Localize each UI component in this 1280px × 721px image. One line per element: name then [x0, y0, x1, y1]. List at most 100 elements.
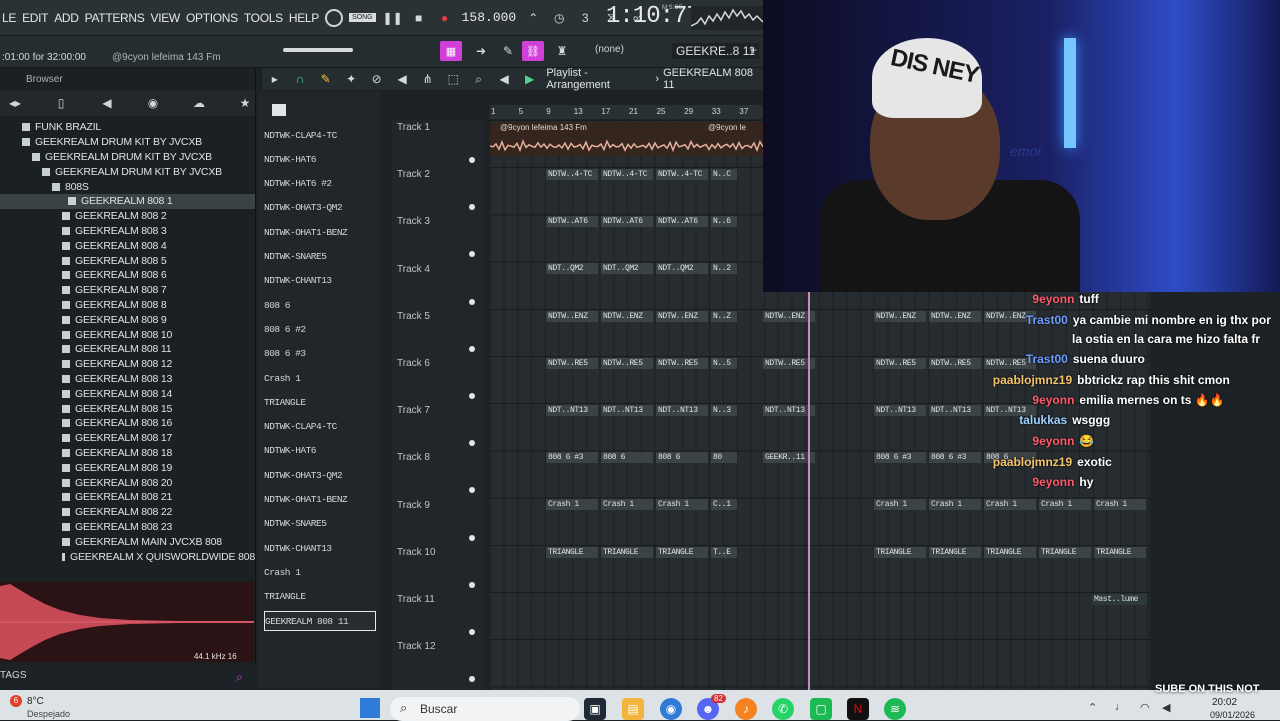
- delete-icon[interactable]: ⊘: [366, 69, 387, 89]
- browser-item[interactable]: GEEKREALM 808 17: [0, 431, 255, 446]
- current-pattern[interactable]: GEEKRE..8 11: [672, 43, 760, 59]
- pattern-clip[interactable]: NDTW..RE5: [874, 357, 926, 369]
- pattern-clip[interactable]: NDTW..ENZ: [601, 310, 653, 322]
- browser-item[interactable]: GEEKREALM 808 5: [0, 253, 255, 268]
- browser-item[interactable]: GEEKREALM 808 10: [0, 327, 255, 342]
- browser-item[interactable]: GEEKREALM 808 12: [0, 357, 255, 372]
- channel-11[interactable]: TRIANGLE: [264, 392, 376, 412]
- file-explorer-icon[interactable]: ▤: [622, 698, 644, 720]
- pattern-clip[interactable]: Crash 1: [1039, 499, 1091, 511]
- pause-icon[interactable]: ❚❚: [382, 8, 404, 28]
- song-mode-toggle[interactable]: SONG: [348, 13, 376, 22]
- audio-clip[interactable]: @9cyon lefeima 143 Fm @9cyon le: [490, 122, 765, 156]
- pattern-clip[interactable]: TRIANGLE: [984, 546, 1036, 558]
- chat-username[interactable]: Trast00: [1026, 313, 1068, 327]
- pattern-clip[interactable]: NDTW..AT6: [546, 216, 598, 228]
- pattern-clip[interactable]: NDTW..4-TC: [601, 169, 653, 180]
- pattern-clip[interactable]: Crash 1: [1094, 499, 1146, 511]
- track-label[interactable]: Track 12: [397, 641, 436, 652]
- magnet-icon[interactable]: ∩: [289, 69, 310, 89]
- pattern-clip[interactable]: 808 6 #3: [929, 452, 981, 464]
- track-label[interactable]: Track 9: [397, 500, 430, 511]
- back-icon[interactable]: ◂▸: [6, 96, 24, 110]
- pattern-clip[interactable]: NDT..QM2: [601, 263, 653, 275]
- browser-item[interactable]: GEEKREALM DRUM KIT BY JVCXB: [0, 164, 255, 179]
- menu-patterns[interactable]: PATTERNS: [85, 11, 145, 25]
- track-mute-dot[interactable]: [469, 393, 475, 399]
- pattern-clip[interactable]: C..1: [711, 499, 737, 511]
- pattern-clip[interactable]: Crash 1: [874, 499, 926, 511]
- playlist-icon[interactable]: ▶: [519, 69, 540, 89]
- draw-icon[interactable]: ✎: [315, 69, 336, 89]
- pattern-clip[interactable]: NDT..NT13: [546, 405, 598, 416]
- track-mute-dot[interactable]: [469, 345, 475, 352]
- pattern-clip[interactable]: NDT..NT13: [929, 405, 981, 416]
- pattern-clip[interactable]: 80: [711, 452, 737, 464]
- menu-edit[interactable]: EDIT: [22, 11, 48, 25]
- track-mute-dot[interactable]: [469, 534, 475, 541]
- pattern-clip[interactable]: N..3: [711, 405, 737, 416]
- pattern-clip[interactable]: 808 6 #3: [874, 452, 926, 464]
- cloud-icon[interactable]: ☁: [190, 96, 208, 110]
- track-mute-dot[interactable]: [469, 251, 475, 258]
- chat-username[interactable]: talukkas: [1019, 413, 1067, 427]
- channel-5[interactable]: NDTWK-SNARE5: [264, 247, 376, 267]
- pattern-clip[interactable]: NDTW..RE5: [546, 357, 598, 369]
- rack-grid-icon[interactable]: [272, 104, 286, 116]
- taskbar-search[interactable]: Buscar: [390, 697, 580, 721]
- channel-7[interactable]: 808 6: [264, 295, 376, 315]
- browser-item[interactable]: 808S: [0, 179, 255, 194]
- link-button[interactable]: ⛓: [522, 41, 544, 61]
- browser-item[interactable]: GEEKREALM 808 4: [0, 238, 255, 253]
- menu-tools[interactable]: TOOLS: [244, 11, 283, 25]
- pattern-clip[interactable]: N..5: [711, 357, 737, 369]
- add-pattern-icon[interactable]: +: [750, 43, 757, 57]
- pattern-clip[interactable]: NDTW..ENZ: [546, 310, 598, 322]
- channel-15[interactable]: NDTWK-OHAT1-BENZ: [264, 490, 376, 510]
- browser-item[interactable]: GEEKREALM MAIN JVCXB 808: [0, 534, 255, 549]
- windows-start-icon[interactable]: [360, 698, 380, 718]
- pattern-clip[interactable]: Crash 1: [929, 499, 981, 511]
- master-volume-knob-icon[interactable]: [324, 8, 343, 27]
- timeline-ruler[interactable]: 1 5 9 13 17 21 25 29 33 37: [490, 105, 765, 119]
- search-icon[interactable]: ⌕: [236, 670, 243, 685]
- channel-17[interactable]: NDTWK-CHANT13: [264, 538, 376, 558]
- channel-18[interactable]: Crash 1: [264, 562, 376, 582]
- menu-options[interactable]: OPTIONS: [186, 11, 238, 25]
- arrow-right-icon[interactable]: ➜: [470, 41, 492, 61]
- pattern-clip[interactable]: 808 6: [656, 452, 708, 464]
- pattern-clip[interactable]: 808 6: [601, 452, 653, 464]
- tray-arrow-icon[interactable]: ⌃: [1088, 701, 1097, 714]
- pattern-clip[interactable]: NDTW..4-TC: [546, 169, 598, 180]
- browser-item[interactable]: GEEKREALM 808 8: [0, 298, 255, 313]
- channel-16[interactable]: NDTWK-SNARE5: [264, 514, 376, 534]
- browser-item[interactable]: GEEKREALM 808 7: [0, 283, 255, 298]
- clock-date[interactable]: 09/01/2026: [1210, 710, 1255, 720]
- browser-item[interactable]: GEEKREALM 808 22: [0, 505, 255, 520]
- track-label[interactable]: Track 5: [397, 311, 430, 322]
- bell-icon[interactable]: ♜: [551, 41, 573, 61]
- pattern-clip[interactable]: NDTW..4-TC: [656, 169, 708, 180]
- wifi-icon[interactable]: ◠: [1140, 701, 1150, 714]
- channel-0[interactable]: NDTWK-CLAP4-TC: [264, 125, 376, 145]
- chat-username[interactable]: 9eyonn: [1032, 393, 1074, 407]
- browser-item[interactable]: GEEKREALM 808 14: [0, 386, 255, 401]
- netflix-icon[interactable]: N: [847, 698, 869, 720]
- pattern-clip[interactable]: NDT..NT13: [601, 405, 653, 416]
- wait-icon[interactable]: ◷: [548, 8, 570, 28]
- mic-icon[interactable]: ♩: [1115, 701, 1126, 713]
- spotify-icon[interactable]: ≋: [884, 698, 906, 720]
- record-icon[interactable]: ●: [434, 8, 456, 28]
- browser-item[interactable]: GEEKREALM 808 21: [0, 490, 255, 505]
- play-arrow-icon[interactable]: ▸: [264, 69, 285, 89]
- main-pitch-slider[interactable]: [283, 48, 353, 52]
- playlist-view-button[interactable]: ▦: [440, 41, 462, 61]
- chrome-icon[interactable]: ◉: [660, 698, 682, 720]
- pattern-clip[interactable]: NDTW..ENZ: [874, 310, 926, 322]
- track-label[interactable]: Track 4: [397, 264, 430, 275]
- menu-add[interactable]: ADD: [54, 11, 79, 25]
- pattern-clip[interactable]: T..E: [711, 546, 737, 558]
- track-mute-dot[interactable]: [469, 581, 475, 588]
- pattern-clip[interactable]: TRIANGLE: [1094, 546, 1146, 558]
- channel-9[interactable]: 808 6 #3: [264, 344, 376, 364]
